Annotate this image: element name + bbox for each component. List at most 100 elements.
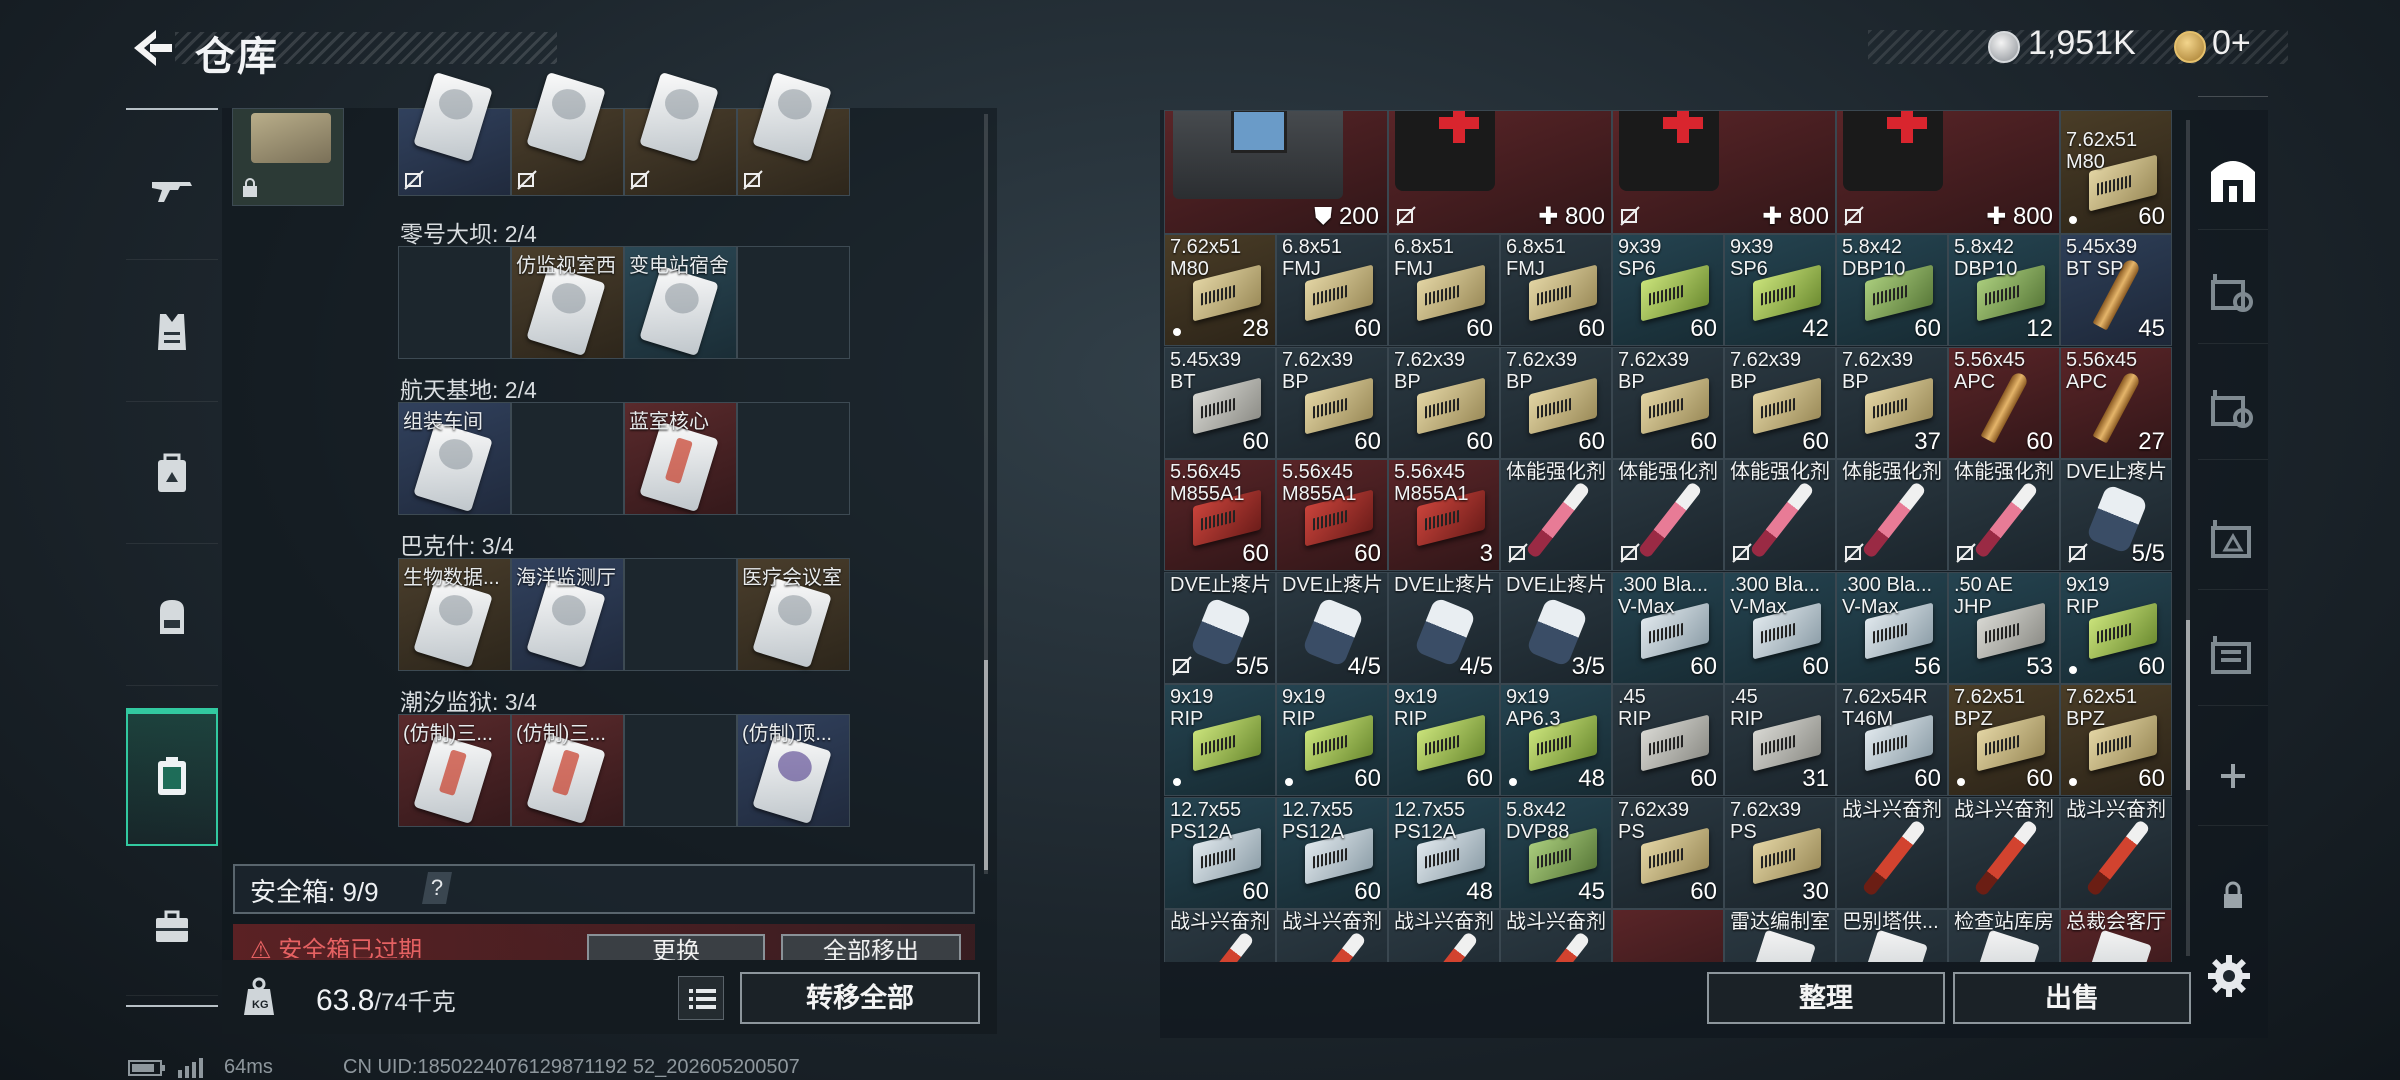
grid-item[interactable]: 5.8x42 DBP10 60 bbox=[1836, 234, 1948, 346]
card-slot[interactable]: 海洋监测厅 bbox=[511, 558, 624, 671]
grid-item[interactable]: 7.62x39 BP 37 bbox=[1836, 346, 1948, 459]
card-slot[interactable]: 组装车间 bbox=[398, 402, 511, 515]
grid-item[interactable]: 5.8x42 DVP88 45 bbox=[1500, 796, 1612, 909]
grid-item[interactable]: .300 Bla... V-Max 60 bbox=[1724, 571, 1836, 684]
grid-item[interactable]: 5.8x42 DBP10 12 bbox=[1948, 234, 2060, 346]
grid-item-first-aid-kit[interactable]: ✚ 800 bbox=[1388, 110, 1612, 234]
grid-item[interactable]: 7.62x39 BP 60 bbox=[1276, 346, 1388, 459]
nav-storage-4[interactable] bbox=[2198, 606, 2268, 706]
grid-item[interactable]: 战斗兴奋剂 bbox=[1948, 796, 2060, 909]
card-slot[interactable] bbox=[737, 246, 850, 359]
nav-storage-2[interactable] bbox=[2198, 360, 2268, 460]
nav-storage-3[interactable] bbox=[2198, 490, 2268, 590]
sell-button[interactable]: 出售 bbox=[1953, 972, 2191, 1024]
grid-item[interactable]: 7.62x39 BP 60 bbox=[1724, 346, 1836, 459]
grid-item[interactable]: 战斗兴奋剂 bbox=[1836, 796, 1948, 909]
nav-warehouse[interactable] bbox=[2198, 130, 2268, 230]
card-slot[interactable] bbox=[737, 402, 850, 515]
card-slot[interactable] bbox=[398, 246, 511, 359]
grid-item[interactable]: .50 AE JHP 53 bbox=[1948, 571, 2060, 684]
grid-item[interactable]: 5.56x45 APC 27 bbox=[2060, 346, 2172, 459]
grid-item[interactable]: 巴别塔供... bbox=[1836, 909, 1948, 962]
nav-weapons[interactable] bbox=[126, 120, 218, 260]
grid-item-first-aid-kit[interactable]: ✚ 800 bbox=[1836, 110, 2060, 234]
grid-item[interactable]: 战斗兴奋剂 bbox=[1500, 909, 1612, 962]
grid-item[interactable]: 9x19 RIP 60 bbox=[1388, 684, 1500, 796]
case-item-slot[interactable] bbox=[232, 108, 344, 206]
grid-item[interactable]: 总裁会客厅 bbox=[2060, 909, 2172, 962]
grid-item[interactable]: 9x19 AP6.3 48 bbox=[1500, 684, 1612, 796]
grid-item[interactable]: DVE止疼片 4/5 bbox=[1276, 571, 1388, 684]
grid-item[interactable] bbox=[1612, 909, 1724, 962]
grid-item[interactable]: 5.56x45 M855A1 60 bbox=[1164, 459, 1276, 571]
grid-item[interactable]: 6.8x51 FMJ 60 bbox=[1388, 234, 1500, 346]
nav-toolbox[interactable] bbox=[126, 856, 218, 996]
card-slot[interactable]: (仿制)顶... bbox=[737, 714, 850, 827]
grid-item[interactable]: 雷达编制室 bbox=[1724, 909, 1836, 962]
grid-item[interactable]: 体能强化剂 bbox=[1836, 459, 1948, 571]
card-slot[interactable]: 仿监视室西 bbox=[511, 246, 624, 359]
card-slot-top-2[interactable] bbox=[511, 71, 624, 196]
right-scrollbar-thumb[interactable] bbox=[2186, 620, 2190, 790]
nav-armor[interactable] bbox=[126, 262, 218, 402]
gold-balance[interactable]: 0+ bbox=[2212, 24, 2251, 63]
grid-item[interactable]: .45 RIP 31 bbox=[1724, 684, 1836, 796]
grid-item-first-aid-kit[interactable]: ✚ 800 bbox=[1612, 110, 1836, 234]
grid-item[interactable]: 战斗兴奋剂 bbox=[1164, 909, 1276, 962]
grid-item[interactable]: 9x39 SP6 60 bbox=[1612, 234, 1724, 346]
card-slot[interactable]: 医疗会议室 bbox=[737, 558, 850, 671]
grid-item[interactable]: 7.62x51 BPZ 60 bbox=[1948, 684, 2060, 796]
card-slot[interactable] bbox=[624, 558, 737, 671]
grid-item[interactable]: 7.62x39 PS 30 bbox=[1724, 796, 1836, 909]
grid-item[interactable]: 战斗兴奋剂 bbox=[1276, 909, 1388, 962]
add-storage-button[interactable] bbox=[2198, 726, 2268, 826]
grid-item[interactable]: 9x19 RIP 60 bbox=[2060, 571, 2172, 684]
card-slot[interactable] bbox=[624, 714, 737, 827]
grid-item[interactable]: 7.62x51 M80 28 bbox=[1164, 234, 1276, 346]
card-slot-top-1[interactable] bbox=[398, 71, 511, 196]
grid-item[interactable]: 7.62x39 BP 60 bbox=[1500, 346, 1612, 459]
grid-item[interactable]: 7.62x51 BPZ 60 bbox=[2060, 684, 2172, 796]
grid-item[interactable]: DVE止疼片 5/5 bbox=[2060, 459, 2172, 571]
grid-item[interactable]: 5.56x45 APC 60 bbox=[1948, 346, 2060, 459]
grid-item[interactable]: 7.62x39 BP 60 bbox=[1612, 346, 1724, 459]
gear-icon[interactable] bbox=[2206, 953, 2252, 999]
nav-backpack[interactable] bbox=[126, 546, 218, 686]
grid-item[interactable]: DVE止疼片 5/5 bbox=[1164, 571, 1276, 684]
grid-item[interactable]: DVE止疼片 3/5 bbox=[1500, 571, 1612, 684]
grid-item-ammo[interactable]: 7.62x51 M80 60 bbox=[2060, 110, 2172, 234]
grid-item[interactable]: 5.45x39 BT 60 bbox=[1164, 346, 1276, 459]
grid-item[interactable]: 体能强化剂 bbox=[1948, 459, 2060, 571]
grid-item[interactable]: 体能强化剂 bbox=[1612, 459, 1724, 571]
card-slot[interactable]: (仿制)三... bbox=[398, 714, 511, 827]
nav-storage-1[interactable] bbox=[2198, 244, 2268, 344]
sort-button[interactable]: 整理 bbox=[1707, 972, 1945, 1024]
grid-item[interactable]: 战斗兴奋剂 bbox=[1388, 909, 1500, 962]
back-arrow-icon[interactable] bbox=[126, 26, 174, 70]
nav-safe-case[interactable] bbox=[126, 404, 218, 544]
grid-item[interactable]: 体能强化剂 bbox=[1500, 459, 1612, 571]
grid-item[interactable]: 5.56x45 M855A1 3 bbox=[1388, 459, 1500, 571]
left-scrollbar-thumb[interactable] bbox=[984, 660, 988, 870]
card-slot-top-4[interactable] bbox=[737, 71, 850, 196]
grid-item[interactable]: 7.62x54R T46M 60 bbox=[1836, 684, 1948, 796]
grid-item[interactable]: 12.7x55 PS12A 60 bbox=[1276, 796, 1388, 909]
grid-item[interactable]: 5.56x45 M855A1 60 bbox=[1276, 459, 1388, 571]
nav-keycard-case[interactable] bbox=[126, 708, 218, 846]
list-view-button[interactable] bbox=[678, 976, 724, 1020]
card-slot[interactable]: 蓝室核心 bbox=[624, 402, 737, 515]
grid-item[interactable]: .45 RIP 60 bbox=[1612, 684, 1724, 796]
card-slot[interactable]: (仿制)三... bbox=[511, 714, 624, 827]
grid-item[interactable]: 12.7x55 PS12A 48 bbox=[1388, 796, 1500, 909]
locked-storage-button[interactable] bbox=[2198, 846, 2268, 946]
grid-item[interactable]: 9x39 SP6 42 bbox=[1724, 234, 1836, 346]
grid-item[interactable]: 9x19 RIP bbox=[1164, 684, 1276, 796]
card-slot[interactable]: 生物数据... bbox=[398, 558, 511, 671]
grid-item[interactable]: 检查站库房 bbox=[1948, 909, 2060, 962]
grid-item[interactable]: 7.62x39 BP 60 bbox=[1388, 346, 1500, 459]
grid-item[interactable]: .300 Bla... V-Max 56 bbox=[1836, 571, 1948, 684]
grid-item[interactable]: 9x19 RIP 60 bbox=[1276, 684, 1388, 796]
card-slot-top-3[interactable] bbox=[624, 71, 737, 196]
grid-item[interactable]: .300 Bla... V-Max 60 bbox=[1612, 571, 1724, 684]
grid-item[interactable]: 6.8x51 FMJ 60 bbox=[1276, 234, 1388, 346]
